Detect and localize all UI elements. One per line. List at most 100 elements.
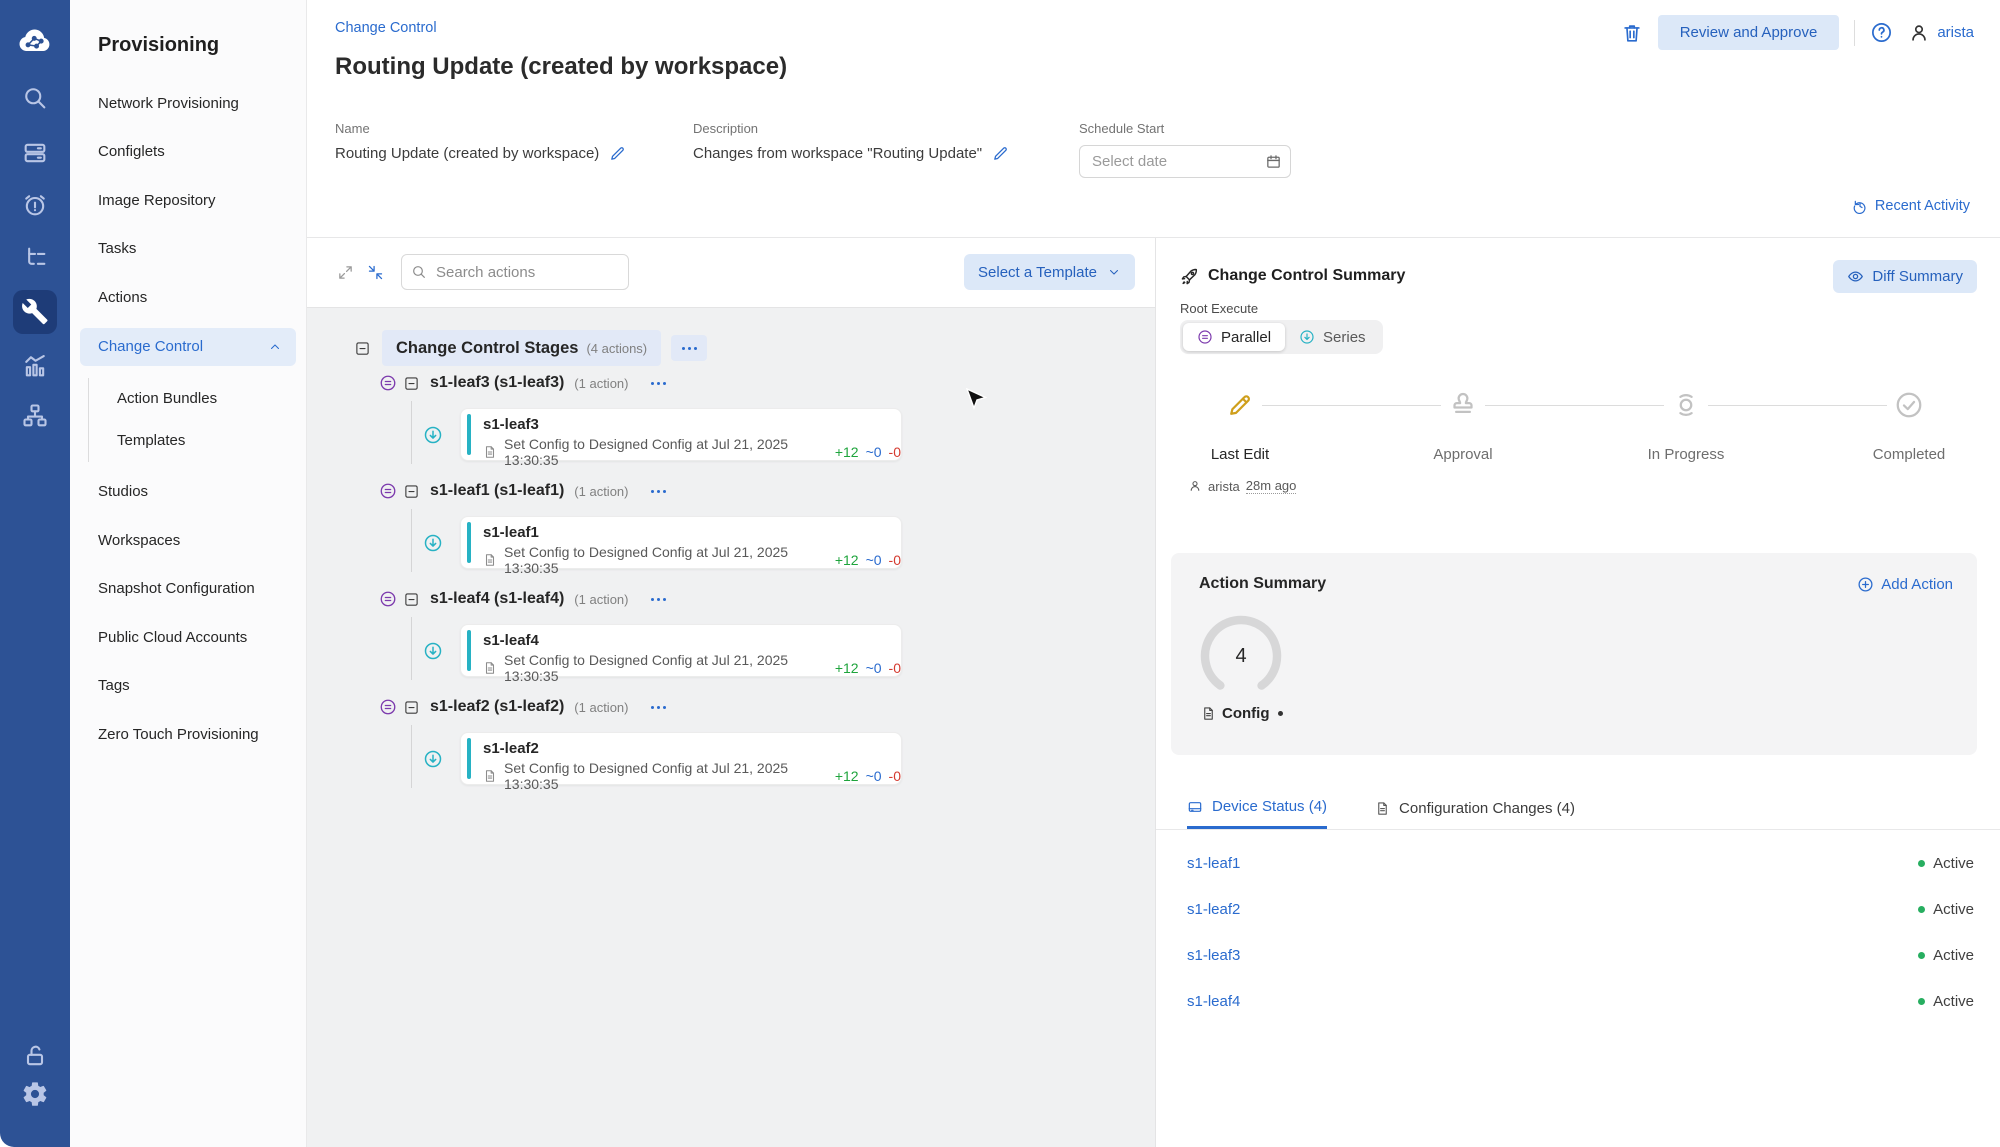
topology-icon[interactable] bbox=[21, 402, 49, 430]
stage-name[interactable]: s1-leaf2 (s1-leaf2) bbox=[430, 698, 564, 716]
status-stepper: Last Edit Approval In Progress Completed… bbox=[1180, 384, 1976, 496]
stage-menu-button[interactable] bbox=[651, 706, 666, 709]
sidebar-item-image-repository[interactable]: Image Repository bbox=[70, 176, 306, 225]
delete-icon[interactable] bbox=[1621, 22, 1643, 44]
sidebar-item-public-cloud-accounts[interactable]: Public Cloud Accounts bbox=[70, 613, 306, 662]
user-icon bbox=[1908, 22, 1930, 44]
person-icon bbox=[1188, 479, 1202, 493]
stage-menu-button[interactable] bbox=[651, 598, 666, 601]
step-connector bbox=[1708, 405, 1887, 406]
devices-icon[interactable] bbox=[21, 139, 49, 167]
last-edit-time[interactable]: 28m ago bbox=[1246, 478, 1297, 494]
diff-modified: ~0 bbox=[866, 768, 882, 784]
step-label: In Progress bbox=[1606, 446, 1766, 463]
collapse-stage-icon[interactable] bbox=[404, 700, 419, 715]
tree-connector bbox=[411, 725, 412, 788]
stage-name[interactable]: s1-leaf4 (s1-leaf4) bbox=[430, 590, 564, 608]
search-actions-input[interactable] bbox=[401, 254, 629, 290]
action-card[interactable]: s1-leaf3 Set Config to Designed Config a… bbox=[460, 408, 902, 461]
collapse-stage-icon[interactable] bbox=[404, 484, 419, 499]
diff-modified: ~0 bbox=[866, 444, 882, 460]
schedule-date-input[interactable] bbox=[1079, 145, 1291, 178]
sidebar-item-tasks[interactable]: Tasks bbox=[70, 225, 306, 274]
sidebar-item-network-provisioning[interactable]: Network Provisioning bbox=[70, 79, 306, 128]
active-status-dot bbox=[1918, 952, 1925, 959]
select-template-button[interactable]: Select a Template bbox=[964, 254, 1135, 290]
root-stage-pill[interactable]: Change Control Stages (4 actions) bbox=[382, 330, 661, 366]
breadcrumb[interactable]: Change Control bbox=[335, 20, 437, 36]
sidebar-item-change-control[interactable]: Change Control bbox=[80, 328, 296, 366]
tab-configuration-changes[interactable]: Configuration Changes (4) bbox=[1375, 787, 1575, 829]
diff-summary-button[interactable]: Diff Summary bbox=[1833, 260, 1977, 293]
action-count: 4 bbox=[1196, 611, 1286, 701]
last-edit-pencil-icon bbox=[1225, 390, 1255, 420]
change-control-summary-panel: Change Control Summary Diff Summary Root… bbox=[1155, 238, 2000, 1147]
collapse-all-icon[interactable] bbox=[367, 264, 384, 281]
stages-toolbar: Select a Template bbox=[307, 238, 1155, 306]
root-stage-menu-button[interactable] bbox=[671, 335, 707, 361]
collapse-stage-icon[interactable] bbox=[404, 592, 419, 607]
action-card[interactable]: s1-leaf1 Set Config to Designed Config a… bbox=[460, 516, 902, 569]
device-link[interactable]: s1-leaf1 bbox=[1187, 855, 1240, 872]
series-option[interactable]: Series bbox=[1285, 323, 1380, 351]
sidebar-item-snapshot-configuration[interactable]: Snapshot Configuration bbox=[70, 565, 306, 614]
review-and-approve-button[interactable]: Review and Approve bbox=[1658, 15, 1840, 50]
action-card[interactable]: s1-leaf4 Set Config to Designed Config a… bbox=[460, 624, 902, 677]
sidebar-item-actions[interactable]: Actions bbox=[70, 273, 306, 322]
help-icon[interactable] bbox=[1870, 21, 1893, 44]
stage-count: (1 action) bbox=[574, 700, 628, 715]
stage-menu-button[interactable] bbox=[651, 490, 666, 493]
diff-deleted: -0 bbox=[889, 660, 901, 676]
search-icon[interactable] bbox=[21, 84, 49, 112]
config-doc-icon bbox=[483, 661, 497, 675]
parallel-option[interactable]: Parallel bbox=[1183, 323, 1285, 351]
sidebar-item-studios[interactable]: Studios bbox=[70, 468, 306, 517]
sidebar-item-action-bundles[interactable]: Action Bundles bbox=[89, 378, 306, 420]
lock-icon[interactable] bbox=[21, 1042, 49, 1070]
sidebar-item-workspaces[interactable]: Workspaces bbox=[70, 516, 306, 565]
cloudvision-logo-icon[interactable] bbox=[16, 24, 54, 58]
collapse-stage-icon[interactable] bbox=[404, 376, 419, 391]
metrics-icon[interactable] bbox=[21, 352, 49, 380]
stage-name[interactable]: s1-leaf1 (s1-leaf1) bbox=[430, 482, 564, 500]
chevron-up-icon bbox=[268, 340, 282, 354]
collapse-root-icon[interactable] bbox=[355, 341, 370, 356]
events-alarm-icon[interactable] bbox=[21, 191, 49, 219]
network-hierarchy-icon[interactable] bbox=[21, 244, 49, 272]
recent-activity-link[interactable]: Recent Activity bbox=[1852, 198, 1970, 214]
file-icon bbox=[1375, 801, 1390, 816]
sidebar-item-configlets[interactable]: Configlets bbox=[70, 128, 306, 177]
calendar-icon[interactable] bbox=[1265, 153, 1282, 170]
config-legend-dot bbox=[1278, 711, 1283, 716]
expand-all-icon[interactable] bbox=[337, 264, 354, 281]
sidebar-item-zero-touch-provisioning[interactable]: Zero Touch Provisioning bbox=[70, 710, 306, 759]
sidebar-item-templates[interactable]: Templates bbox=[89, 420, 306, 462]
diff-modified: ~0 bbox=[866, 552, 882, 568]
step-connector bbox=[1262, 405, 1441, 406]
action-description: Set Config to Designed Config at Jul 21,… bbox=[504, 652, 822, 684]
tab-device-status[interactable]: Device Status (4) bbox=[1187, 787, 1327, 829]
action-card[interactable]: s1-leaf2 Set Config to Designed Config a… bbox=[460, 732, 902, 785]
settings-gear-icon[interactable] bbox=[21, 1080, 49, 1108]
device-link[interactable]: s1-leaf3 bbox=[1187, 947, 1240, 964]
root-execute-label: Root Execute bbox=[1180, 301, 2000, 316]
sidebar-item-tags[interactable]: Tags bbox=[70, 662, 306, 711]
edit-description-icon[interactable] bbox=[992, 145, 1009, 162]
in-progress-icon bbox=[1671, 390, 1701, 420]
edit-name-icon[interactable] bbox=[609, 145, 626, 162]
nav-section-title: Provisioning bbox=[98, 34, 306, 58]
user-menu[interactable]: arista bbox=[1908, 22, 1974, 44]
diff-deleted: -0 bbox=[889, 444, 901, 460]
stage-menu-button[interactable] bbox=[651, 382, 666, 385]
device-link[interactable]: s1-leaf2 bbox=[1187, 901, 1240, 918]
header-divider bbox=[1854, 20, 1855, 46]
add-action-button[interactable]: Add Action bbox=[1857, 576, 1953, 593]
change-control-subitems: Action Bundles Templates bbox=[88, 378, 306, 462]
plus-circle-icon bbox=[1857, 576, 1874, 593]
device-link[interactable]: s1-leaf4 bbox=[1187, 993, 1240, 1010]
config-legend: Config bbox=[1201, 705, 1283, 722]
stage-name[interactable]: s1-leaf3 (s1-leaf3) bbox=[430, 374, 564, 392]
action-title: s1-leaf2 bbox=[483, 740, 901, 757]
provisioning-wrench-icon[interactable] bbox=[20, 297, 50, 327]
provisioning-sidenav: Provisioning Network Provisioning Config… bbox=[70, 0, 307, 1147]
